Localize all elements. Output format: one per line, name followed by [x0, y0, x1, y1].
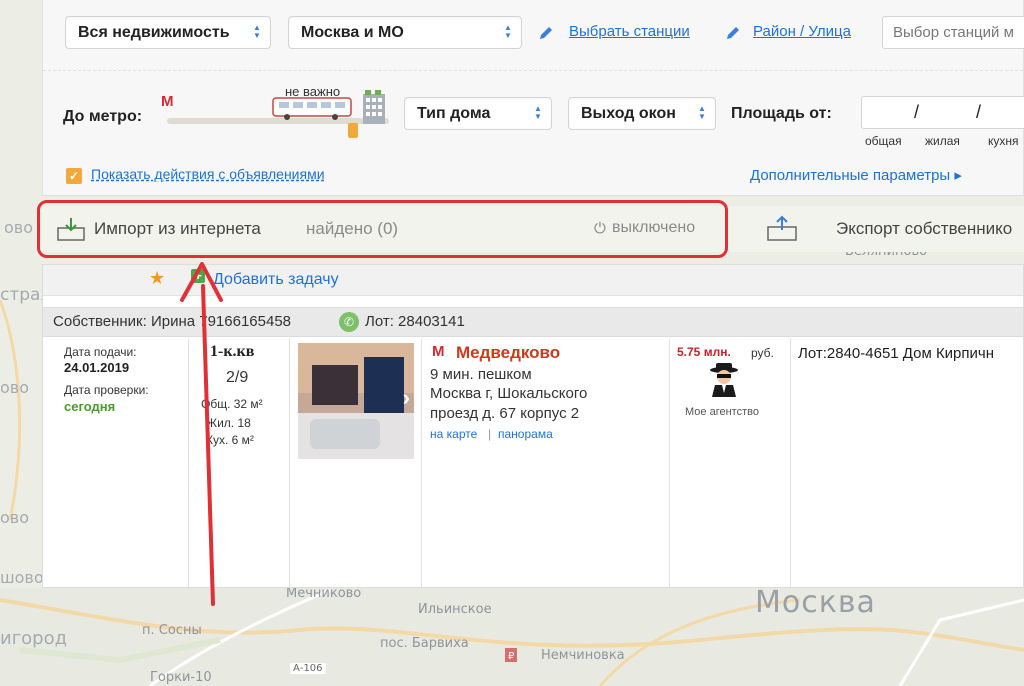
metro-station: Медведково: [456, 343, 561, 362]
rooms: 1-к.кв: [210, 343, 255, 360]
map-label-sosny: п. Сосны: [142, 623, 202, 638]
listing-photo[interactable]: ›: [298, 343, 414, 459]
export-label[interactable]: Экспорт собственнико: [836, 219, 1012, 239]
area-kitchen: Кух. 6 м²: [206, 433, 254, 447]
map-label-gorod: игород: [0, 628, 68, 649]
region-select[interactable]: Москва и МО ▲ ▼: [288, 16, 522, 49]
bus-icon: [272, 97, 352, 120]
house-type-select[interactable]: Тип дома ▲ ▼: [404, 97, 552, 130]
district-street-link[interactable]: Район / Улица: [753, 23, 851, 40]
window-view-value: Выход окон: [581, 105, 676, 122]
annotation-highlight-box: [37, 200, 728, 258]
listing-description: Лот:2840-4651 Дом Кирпичн: [798, 345, 995, 362]
phone-icon[interactable]: ✆: [339, 312, 359, 332]
export-icon[interactable]: [766, 214, 798, 242]
area-slash: /: [914, 102, 920, 122]
svg-text:₽: ₽: [508, 651, 515, 662]
area-living-label: жилая: [925, 134, 960, 148]
metro-distance-label: До метро:: [63, 108, 143, 125]
on-map-link[interactable]: на карте: [430, 427, 477, 441]
pencil-icon: [727, 27, 739, 39]
metro-logo-icon: М: [432, 343, 445, 360]
map-road-badge: А-106: [290, 663, 326, 674]
window-view-select[interactable]: Выход окон ▲ ▼: [568, 97, 716, 130]
select-arrows-icon: ▲ ▼: [534, 104, 542, 121]
show-actions-link[interactable]: Показать действия с объявлениями: [91, 166, 325, 182]
check-date-label: Дата проверки:: [64, 383, 149, 397]
link-separator: |: [488, 427, 492, 441]
map-label-moscow: Москва: [755, 585, 876, 620]
agent-spy-icon: [710, 363, 738, 397]
map-label-barvikha: пос. Барвиха: [380, 636, 469, 651]
area-total: Общ. 32 м²: [201, 397, 263, 411]
walk-time: 9 мин. пешком: [430, 366, 532, 383]
column-divider: [669, 338, 670, 587]
select-arrows-icon: ▲ ▼: [253, 23, 261, 40]
area-kitchen-label: кухня: [988, 134, 1019, 148]
add-task-link[interactable]: Добавить задачу: [213, 271, 339, 289]
add-task-icon[interactable]: +: [191, 269, 205, 283]
area-input[interactable]: / /: [861, 96, 1024, 129]
area-total-label: общая: [865, 134, 902, 148]
address-line-2: проезд д. 67 корпус 2: [430, 405, 580, 422]
favorite-star-icon[interactable]: ★: [149, 268, 165, 289]
map-label-left-1: ово: [4, 218, 34, 237]
owner-info: Собственник: Ирина 79166165458: [53, 313, 292, 330]
map-label-left-4: ово: [0, 508, 30, 527]
check-date: сегодня: [64, 399, 116, 414]
station-search-input[interactable]: Выбор станций м: [882, 16, 1024, 49]
lot-number: Лот: 28403141: [365, 313, 465, 330]
submit-date-label: Дата подачи:: [64, 345, 137, 359]
map-label-mechnikovo: Мечниково: [286, 586, 362, 601]
area-living: Жил. 18: [206, 416, 251, 430]
property-type-value: Вся недвижимость: [78, 24, 230, 41]
area-label: Площадь от:: [731, 105, 832, 122]
area-slash: /: [976, 102, 982, 122]
price-currency: руб.: [751, 346, 774, 360]
map-label-left-5: шово: [0, 568, 44, 587]
more-params-link[interactable]: Дополнительные параметры ▸: [750, 166, 962, 184]
house-type-value: Тип дома: [417, 105, 491, 122]
submit-date: 24.01.2019: [64, 360, 130, 375]
listing-card-header: ★ + Добавить задачу: [43, 265, 1023, 296]
column-divider: [289, 338, 290, 587]
column-divider: [421, 338, 422, 587]
column-divider: [790, 338, 791, 587]
show-actions-checkbox[interactable]: ✓: [66, 168, 82, 184]
floor: 2/9: [226, 369, 249, 386]
building-icon: [363, 90, 385, 124]
column-divider: [188, 338, 189, 587]
panorama-link[interactable]: панорама: [498, 427, 553, 441]
map-label-ilinskoe: Ильинское: [418, 602, 492, 617]
map-label-nemchinovka: Немчиновка: [541, 648, 625, 663]
address-line-1: Москва г, Шокальского: [430, 385, 588, 402]
price: 5.75 млн.: [677, 345, 731, 359]
filter-panel: Вся недвижимость ▲ ▼ Москва и МО ▲ ▼ Выбра…: [42, 0, 1024, 196]
pencil-icon: [540, 27, 552, 39]
filter-divider: [43, 70, 1023, 71]
map-label-left-3: ово: [0, 378, 30, 397]
property-type-select[interactable]: Вся недвижимость ▲ ▼: [65, 16, 271, 49]
agency-name: Мое агентство: [685, 406, 759, 418]
owner-row: Собственник: Ирина 79166165458 ✆ Лот: 28…: [43, 307, 1023, 337]
select-stations-link[interactable]: Выбрать станции: [569, 23, 690, 40]
select-arrows-icon: ▲ ▼: [504, 23, 512, 40]
map-label-gorki: Горки-10: [150, 670, 212, 685]
listing-card: ★ + Добавить задачу Собственник: Ирина 7…: [42, 264, 1024, 588]
next-photo-icon[interactable]: ›: [403, 385, 410, 411]
select-arrows-icon: ▲ ▼: [698, 104, 706, 121]
station-search-placeholder: Выбор станций м: [893, 24, 1014, 41]
region-value: Москва и МО: [301, 24, 404, 41]
metro-logo-icon: М: [161, 93, 174, 110]
slider-handle[interactable]: [348, 123, 358, 138]
